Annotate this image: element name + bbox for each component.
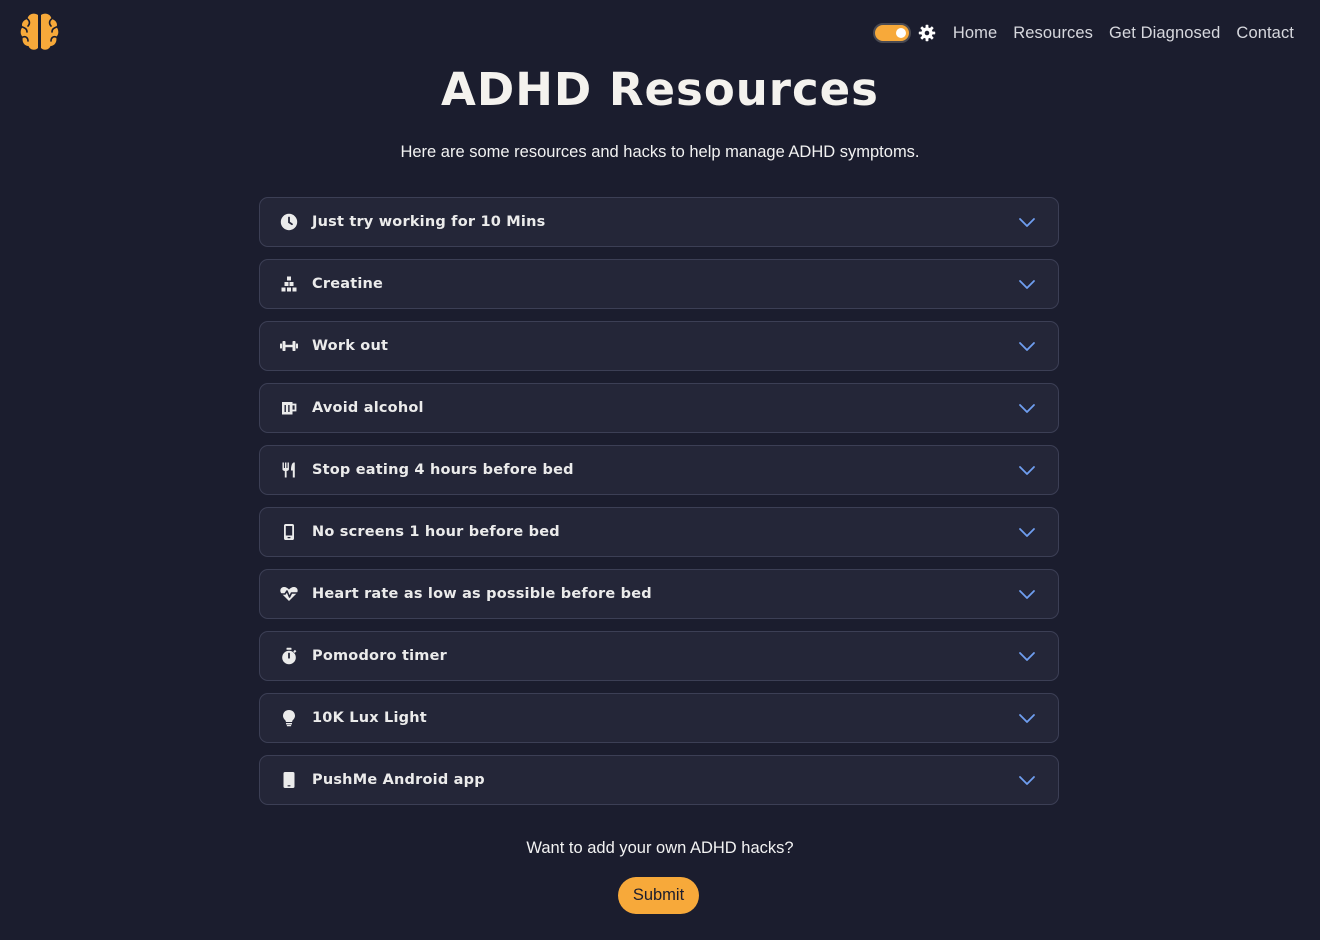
accordion-item-label: Creatine <box>312 276 384 292</box>
chevron-down-icon[interactable] <box>1018 463 1036 477</box>
accordion-item-no-screens[interactable]: No screens 1 hour before bed <box>259 507 1059 557</box>
clock-icon <box>279 212 299 232</box>
lightbulb-icon <box>279 708 299 728</box>
chevron-down-icon[interactable] <box>1018 401 1036 415</box>
beer-mug-icon <box>279 398 299 418</box>
top-nav: Home Resources Get Diagnosed Contact <box>872 18 1294 48</box>
brain-icon[interactable] <box>19 11 60 52</box>
gear-icon[interactable] <box>918 24 936 42</box>
accordion-item-label: Just try working for 10 Mins <box>312 214 546 230</box>
theme-toggle[interactable] <box>872 22 911 43</box>
mobile-phone-icon <box>279 522 299 542</box>
accordion-item-label: PushMe Android app <box>312 772 485 788</box>
chevron-down-icon[interactable] <box>1018 277 1036 291</box>
accordion-item-10-mins[interactable]: Just try working for 10 Mins <box>259 197 1059 247</box>
chevron-down-icon[interactable] <box>1018 711 1036 725</box>
accordion-item-lux-light[interactable]: 10K Lux Light <box>259 693 1059 743</box>
tablet-icon <box>279 770 299 790</box>
cubes-icon <box>279 274 299 294</box>
utensils-icon <box>279 460 299 480</box>
chevron-down-icon[interactable] <box>1018 773 1036 787</box>
chevron-down-icon[interactable] <box>1018 215 1036 229</box>
submit-prompt: Want to add your own ADHD hacks? <box>526 839 794 857</box>
submit-button[interactable]: Submit <box>618 877 699 914</box>
dumbbell-icon <box>279 336 299 356</box>
chevron-down-icon[interactable] <box>1018 339 1036 353</box>
accordion-item-label: Work out <box>312 338 389 354</box>
accordion-item-avoid-alcohol[interactable]: Avoid alcohol <box>259 383 1059 433</box>
nav-home-link[interactable]: Home <box>953 24 997 43</box>
accordion-item-label: Heart rate as low as possible before bed <box>312 586 652 602</box>
accordion-item-label: 10K Lux Light <box>312 710 427 726</box>
chevron-down-icon[interactable] <box>1018 587 1036 601</box>
page-subtitle: Here are some resources and hacks to hel… <box>400 143 920 161</box>
accordion-item-pushme-app[interactable]: PushMe Android app <box>259 755 1059 805</box>
chevron-down-icon[interactable] <box>1018 525 1036 539</box>
accordion-item-label: No screens 1 hour before bed <box>312 524 560 540</box>
stopwatch-icon <box>279 646 299 666</box>
nav-get-diagnosed-link[interactable]: Get Diagnosed <box>1109 24 1220 43</box>
accordion-item-label: Pomodoro timer <box>312 648 447 664</box>
accordion-item-heart-rate[interactable]: Heart rate as low as possible before bed <box>259 569 1059 619</box>
nav-resources-link[interactable]: Resources <box>1013 24 1093 43</box>
accordion-item-work-out[interactable]: Work out <box>259 321 1059 371</box>
accordion-item-stop-eating[interactable]: Stop eating 4 hours before bed <box>259 445 1059 495</box>
heart-pulse-icon <box>279 584 299 604</box>
page: Home Resources Get Diagnosed Contact ADH… <box>0 0 1320 940</box>
chevron-down-icon[interactable] <box>1018 649 1036 663</box>
page-title: ADHD Resources <box>441 63 879 116</box>
accordion-item-label: Stop eating 4 hours before bed <box>312 462 574 478</box>
accordion-item-label: Avoid alcohol <box>312 400 424 416</box>
nav-contact-link[interactable]: Contact <box>1236 24 1294 43</box>
accordion-item-creatine[interactable]: Creatine <box>259 259 1059 309</box>
toggle-knob <box>895 27 906 38</box>
resource-accordion: Just try working for 10 Mins Creatine Wo… <box>259 197 1059 817</box>
accordion-item-pomodoro[interactable]: Pomodoro timer <box>259 631 1059 681</box>
